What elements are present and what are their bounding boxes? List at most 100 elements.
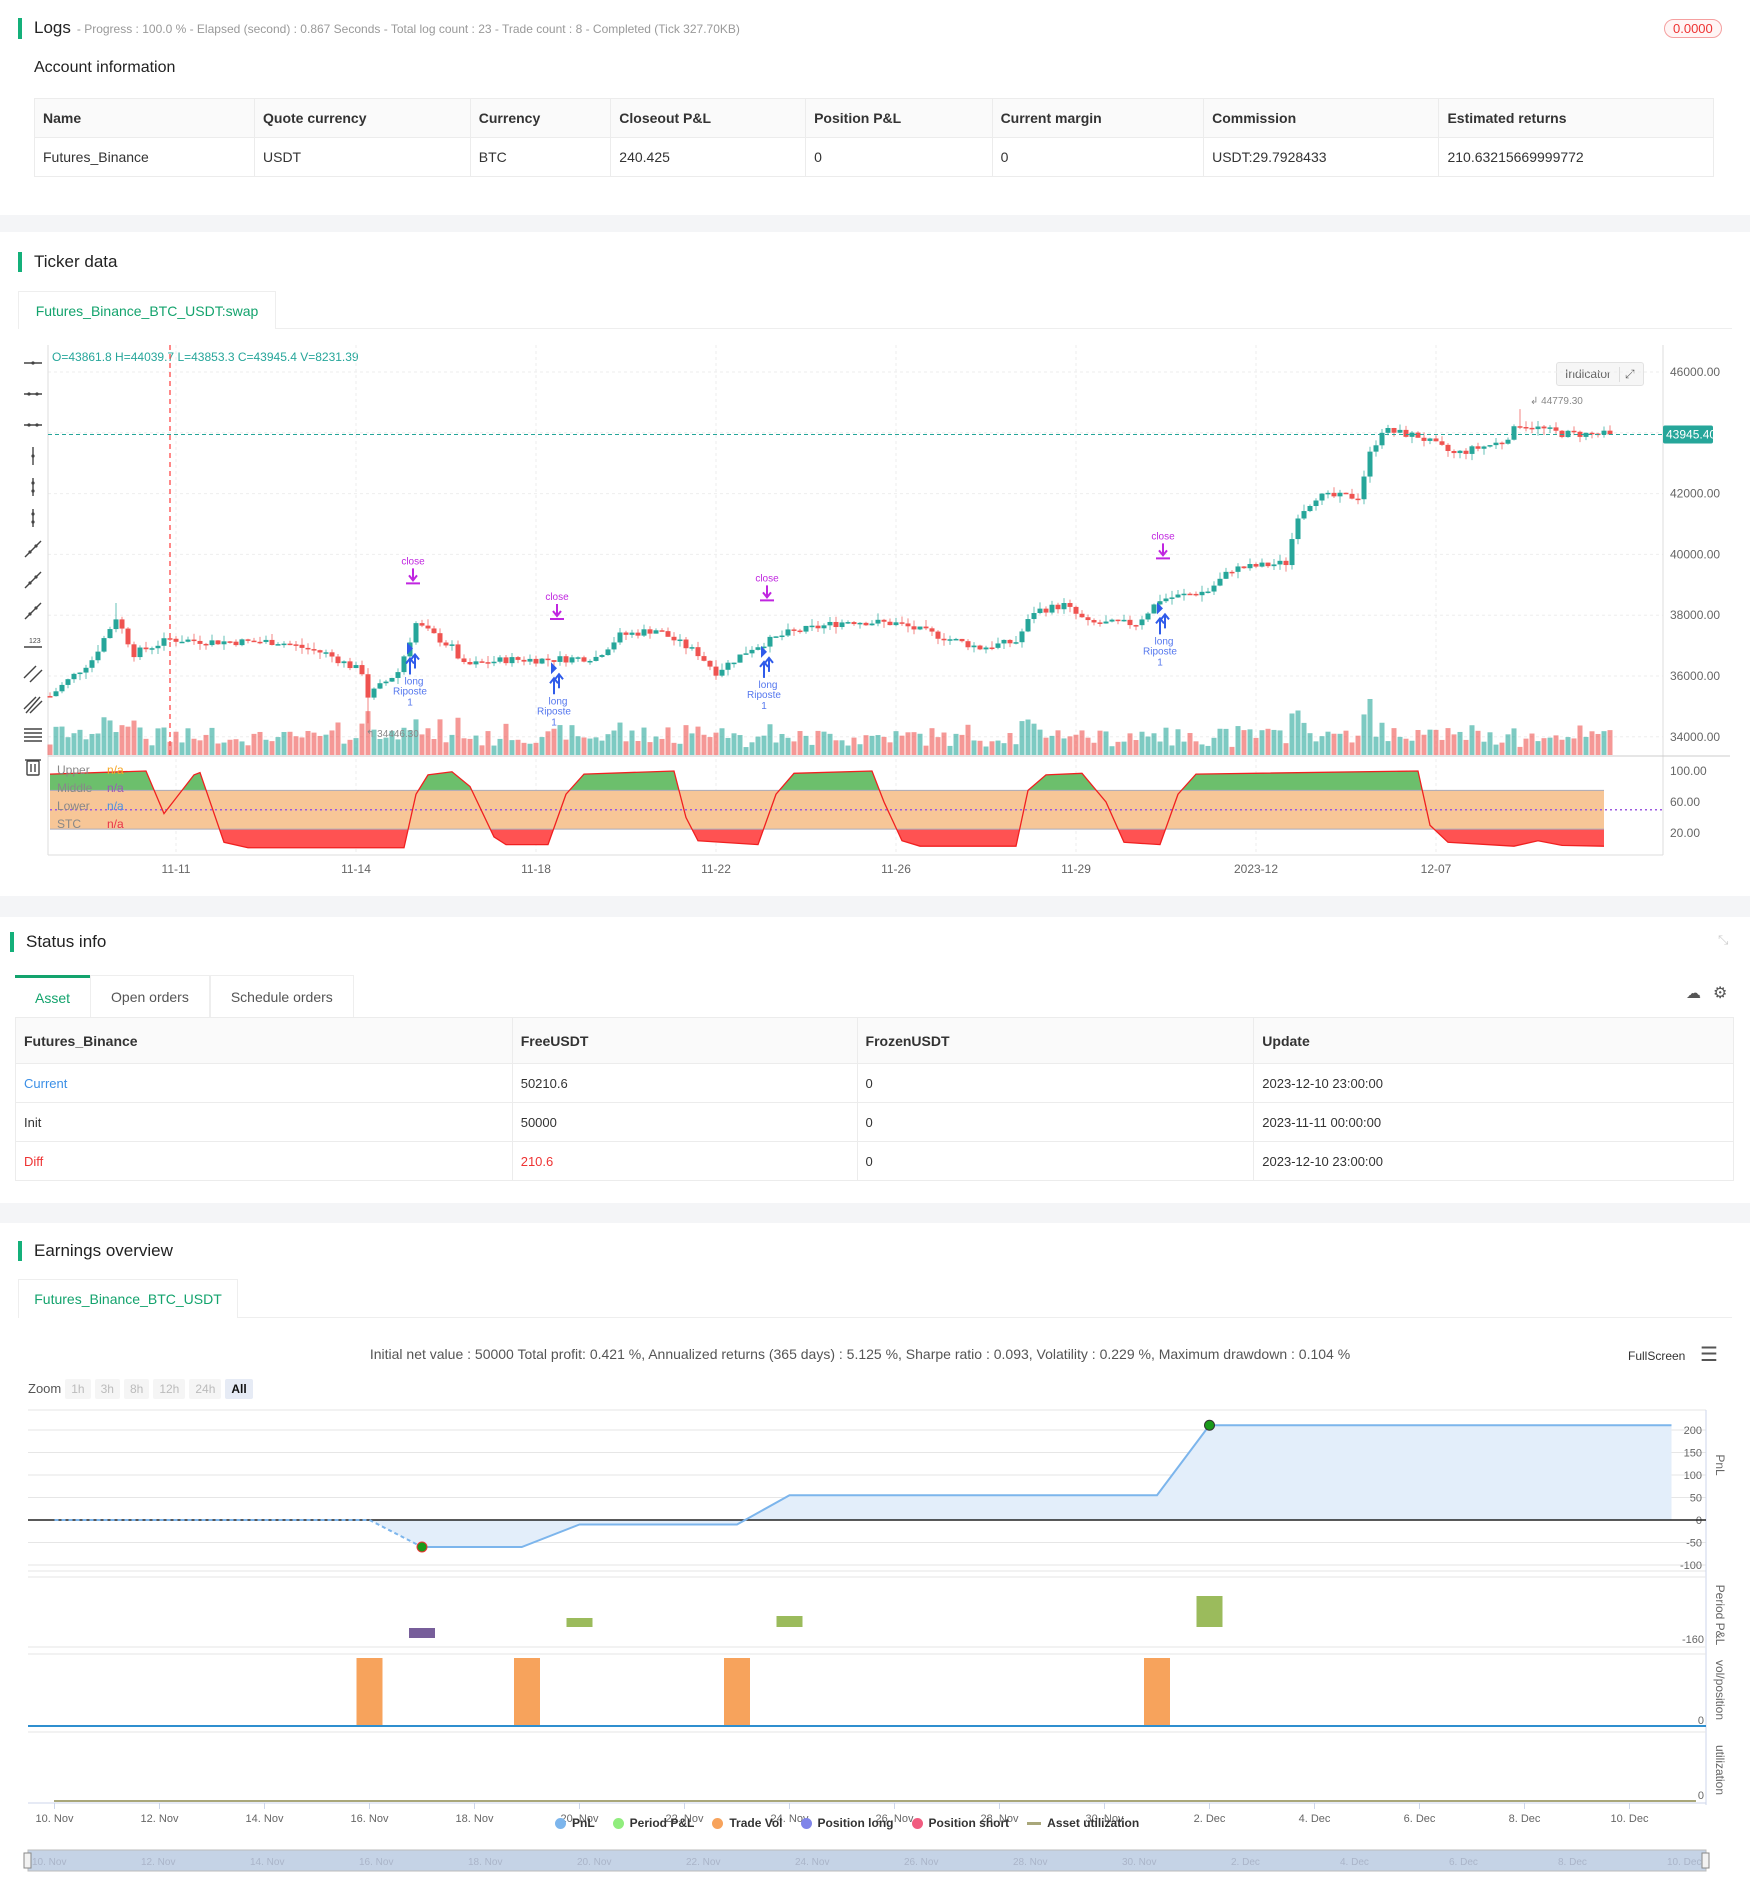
- navigator-tick: 6. Dec: [1449, 1857, 1478, 1868]
- candle-body: [1307, 506, 1313, 512]
- navigator-handle[interactable]: [23, 1852, 32, 1869]
- candle-body: [281, 643, 287, 646]
- candle-body: [1505, 439, 1511, 444]
- candle-body: [1019, 631, 1025, 643]
- zoom-1h[interactable]: 1h: [65, 1379, 91, 1399]
- volume-bar: [107, 720, 113, 755]
- candle-body: [1535, 426, 1541, 430]
- gear-icon[interactable]: ⚙: [1713, 983, 1727, 1003]
- volume-bar: [1529, 733, 1535, 755]
- candle-body: [653, 630, 659, 634]
- table-cell: Diff: [15, 1141, 513, 1181]
- candle-body: [593, 656, 599, 661]
- candle-body: [1397, 429, 1403, 433]
- candle-body: [1265, 562, 1271, 567]
- volume-bar: [437, 719, 443, 755]
- volume-bar: [1583, 736, 1589, 755]
- cloud-download-icon[interactable]: ☁: [1686, 984, 1701, 1002]
- candle-body: [1223, 571, 1229, 579]
- volume-bar: [1079, 730, 1085, 755]
- tab-earnings-symbol[interactable]: Futures_Binance_BTC_USDT: [18, 1279, 238, 1318]
- table-cell[interactable]: Current: [15, 1063, 513, 1103]
- zoom-24h[interactable]: 24h: [189, 1379, 222, 1399]
- qty-label: 1: [551, 717, 557, 728]
- volume-bar: [1157, 741, 1163, 755]
- volume-bar: [173, 731, 179, 755]
- volume-bar: [1145, 736, 1151, 755]
- trade-marker[interactable]: closelongRiposte1: [747, 573, 781, 711]
- vol-zero-tick: 0: [1698, 1715, 1704, 1727]
- tab-schedule-orders[interactable]: Schedule orders: [209, 975, 354, 1017]
- table-cell: 0: [805, 137, 993, 177]
- volume-bar: [839, 740, 845, 755]
- volume-bar: [719, 728, 725, 755]
- indicator-legend-stc: STC n/a: [57, 815, 124, 833]
- candle-body: [575, 657, 581, 659]
- tab-open-orders[interactable]: Open orders: [90, 975, 210, 1017]
- column-header: Current margin: [991, 98, 1205, 138]
- tab-asset[interactable]: Asset: [15, 975, 91, 1017]
- candle-body: [959, 638, 965, 642]
- x-tick: 18. Nov: [456, 1813, 494, 1825]
- candle-body: [851, 622, 857, 625]
- divider: [0, 896, 1750, 917]
- volume-bar: [875, 735, 881, 755]
- candle-body: [1133, 625, 1139, 627]
- volume-bar: [1163, 727, 1169, 755]
- earnings-chart[interactable]: 200 150 100 50 0 -50 -100 -160 0 0 PnL Period P&L vo…: [0, 1405, 1750, 1885]
- candle-body: [1541, 426, 1547, 429]
- zoom-3h[interactable]: 3h: [94, 1379, 120, 1399]
- close-arrow-icon: [1156, 543, 1170, 560]
- volume-bar: [1595, 733, 1601, 755]
- tab-ticker-symbol[interactable]: Futures_Binance_BTC_USDT:swap: [18, 291, 276, 329]
- candle-body: [917, 626, 923, 630]
- fullscreen-button[interactable]: FullScreen: [1628, 1349, 1685, 1363]
- candle-body: [401, 656, 407, 673]
- collapse-icon[interactable]: ⤡: [1718, 932, 1728, 948]
- zoom-8h[interactable]: 8h: [123, 1379, 150, 1399]
- zoom-all[interactable]: All: [225, 1379, 253, 1399]
- candle-body: [1391, 427, 1397, 433]
- volume-bar: [1505, 734, 1511, 755]
- candle-body: [371, 688, 377, 698]
- volume-bar: [1091, 742, 1097, 755]
- profit-badge: 0.0000: [1664, 19, 1722, 38]
- candle-body: [347, 661, 353, 669]
- volume-bar: [1169, 745, 1175, 755]
- legend-value: n/a: [107, 763, 124, 777]
- legend-trade-vol[interactable]: Trade Vol: [712, 1816, 783, 1830]
- legend-label: Position short: [928, 1816, 1010, 1830]
- price-chart[interactable]: 43945.40 ↲ 44779.30 ↰ 34446.30 46000.00 4200…: [0, 340, 1750, 890]
- candle-body: [497, 657, 503, 662]
- pnl-marker[interactable]: [1204, 1419, 1215, 1431]
- pnl-marker[interactable]: [416, 1541, 428, 1553]
- volume-bar: [1289, 713, 1295, 755]
- table-cell: 2023-11-11 00:00:00: [1253, 1102, 1734, 1142]
- volume-bar: [827, 733, 833, 755]
- legend-asset-utilization[interactable]: Asset utilization: [1027, 1816, 1139, 1830]
- volume-bar: [1265, 728, 1271, 755]
- navigator-handle[interactable]: [1701, 1852, 1710, 1869]
- menu-icon[interactable]: ☰: [1700, 1342, 1718, 1367]
- long-arrow-icon: [1155, 612, 1170, 635]
- legend-pnl[interactable]: PnL: [555, 1816, 595, 1830]
- zoom-12h[interactable]: 12h: [153, 1379, 186, 1399]
- candle-body: [1103, 621, 1109, 624]
- trade-marker[interactable]: closelongRiposte1: [393, 556, 427, 708]
- table-cell: USDT:29.7928433: [1203, 137, 1440, 177]
- table-cell: 0: [856, 1141, 1255, 1181]
- volume-bar: [521, 742, 527, 755]
- volume-bar: [113, 732, 119, 755]
- volume-bar: [383, 737, 389, 755]
- candle-body: [1355, 498, 1361, 501]
- legend-period-p-l[interactable]: Period P&L: [612, 1816, 694, 1830]
- pnl-area: [54, 1425, 1672, 1547]
- volume-bar: [1043, 737, 1049, 755]
- legend-position-long[interactable]: Position long: [800, 1816, 894, 1830]
- candle-body: [785, 629, 791, 636]
- candle-body: [395, 672, 401, 678]
- legend-position-short[interactable]: Position short: [911, 1816, 1010, 1830]
- volume-bar: [1031, 723, 1037, 755]
- volume-bar: [713, 732, 719, 755]
- volume-bar: [65, 737, 71, 755]
